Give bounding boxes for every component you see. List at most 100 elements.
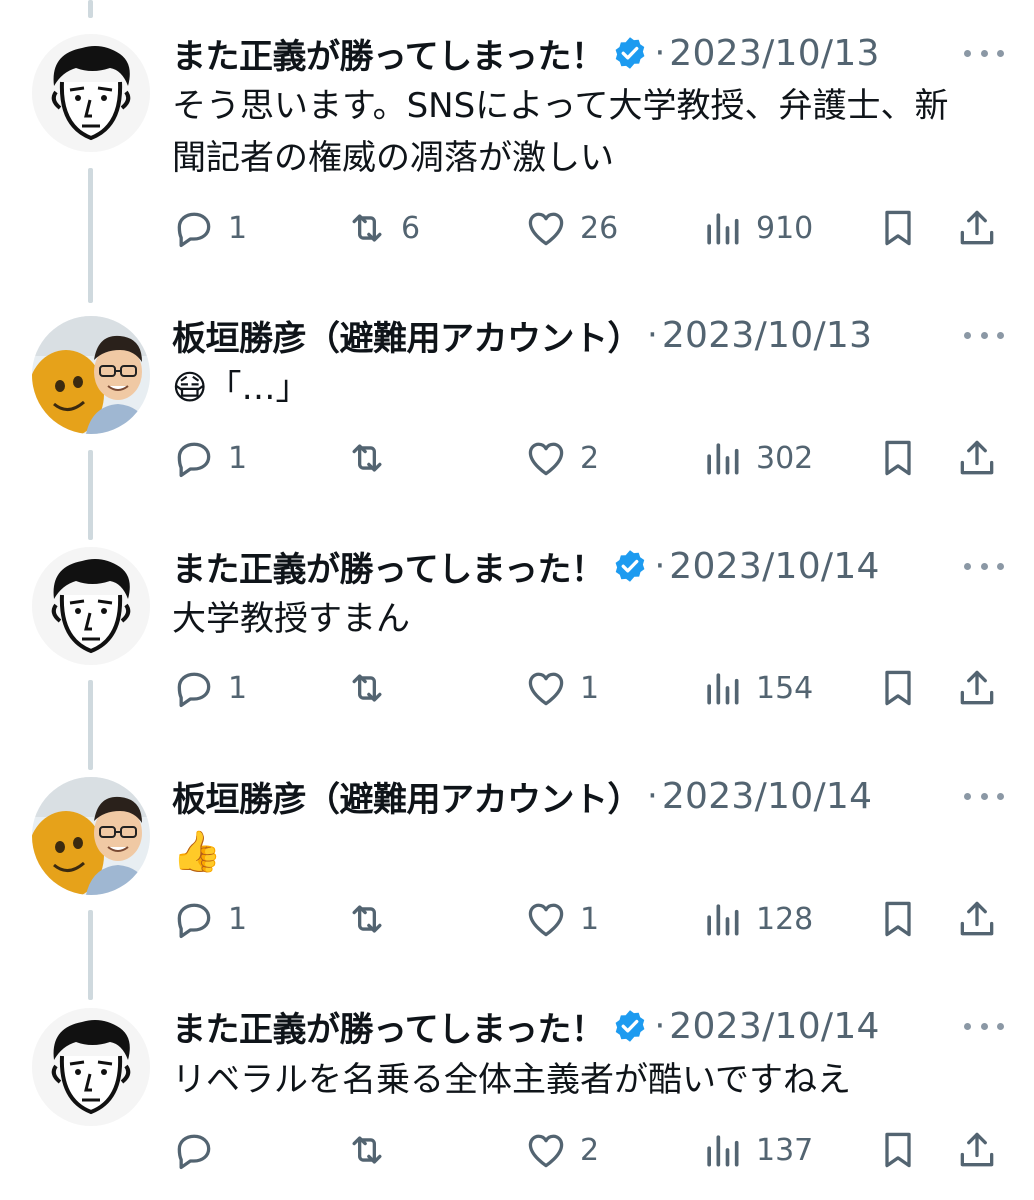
tweet-date[interactable]: 2023/10/13 bbox=[669, 33, 880, 74]
more-options-icon[interactable] bbox=[964, 551, 1004, 581]
author-name[interactable]: 板垣勝彦（避難用アカウント） bbox=[172, 772, 642, 821]
bookmark-button[interactable] bbox=[876, 432, 920, 484]
heart-icon bbox=[528, 1134, 564, 1168]
views-button[interactable]: 137 bbox=[700, 1124, 813, 1176]
reply-button[interactable]: 1 bbox=[172, 662, 247, 714]
tweet-text: リベラルを名乗る全体主義者が酷いですねえ bbox=[172, 1060, 851, 1100]
heart-icon bbox=[528, 903, 564, 937]
like-button[interactable]: 26 bbox=[524, 202, 618, 254]
bookmark-button[interactable] bbox=[876, 893, 920, 945]
analytics-icon bbox=[707, 213, 739, 245]
reply-button[interactable]: 1 bbox=[172, 432, 247, 484]
retweet-button[interactable] bbox=[345, 432, 401, 484]
retweet-button[interactable] bbox=[345, 1124, 401, 1176]
separator-dot: · bbox=[654, 33, 666, 73]
share-icon bbox=[960, 901, 994, 936]
views-count: 128 bbox=[756, 901, 814, 937]
reply-button[interactable]: 1 bbox=[172, 202, 247, 254]
bookmark-icon bbox=[885, 210, 911, 246]
reply-icon bbox=[177, 212, 211, 248]
bookmark-button[interactable] bbox=[876, 1124, 920, 1176]
analytics-icon bbox=[707, 1135, 739, 1167]
retweet-icon bbox=[352, 444, 382, 472]
more-options-icon[interactable] bbox=[964, 320, 1004, 350]
bookmark-button[interactable] bbox=[876, 662, 920, 714]
share-icon bbox=[960, 210, 994, 245]
cartoon-face-avatar[interactable] bbox=[32, 1008, 150, 1126]
reply-icon bbox=[177, 442, 211, 478]
cartoon-face-avatar[interactable] bbox=[32, 34, 150, 152]
share-button[interactable] bbox=[955, 202, 999, 254]
share-icon bbox=[960, 670, 994, 705]
bookmark-icon bbox=[885, 440, 911, 476]
author-name[interactable]: 板垣勝彦（避難用アカウント） bbox=[172, 311, 642, 360]
heart-icon bbox=[528, 212, 564, 246]
analytics-icon bbox=[707, 443, 739, 475]
author-name[interactable]: また正義が勝ってしまった！ bbox=[172, 542, 605, 591]
like-count: 2 bbox=[580, 1132, 600, 1168]
tweet-header: また正義が勝ってしまった！ · 2023/10/14 bbox=[172, 541, 1004, 591]
views-button[interactable]: 154 bbox=[700, 662, 813, 714]
action-bar: 1 1 128 bbox=[0, 893, 1034, 945]
tweet-date[interactable]: 2023/10/14 bbox=[669, 546, 880, 587]
share-button[interactable] bbox=[955, 893, 999, 945]
heart-icon bbox=[528, 672, 564, 706]
reply-button[interactable] bbox=[172, 1124, 228, 1176]
separator-dot: · bbox=[647, 776, 658, 816]
retweet-count: 6 bbox=[401, 210, 421, 246]
reply-count: 1 bbox=[228, 440, 248, 476]
like-button[interactable]: 2 bbox=[524, 1124, 599, 1176]
like-button[interactable]: 2 bbox=[524, 432, 599, 484]
tweet-text: そう思います。SNSによって大学教授、弁護士、新聞記者の権威の凋落が激しい bbox=[172, 86, 949, 178]
thread-timeline: また正義が勝ってしまった！ · 2023/10/13 そう思います。SNSによっ… bbox=[0, 0, 1034, 1200]
reply-count: 1 bbox=[228, 670, 248, 706]
more-options-icon[interactable] bbox=[964, 38, 1004, 68]
reply-count: 1 bbox=[228, 901, 248, 937]
verified-badge-icon bbox=[612, 1008, 648, 1044]
views-button[interactable]: 128 bbox=[700, 893, 813, 945]
retweet-icon bbox=[352, 905, 382, 933]
separator-dot: · bbox=[647, 315, 658, 355]
like-count: 1 bbox=[580, 670, 600, 706]
views-count: 302 bbox=[756, 440, 814, 476]
bookmark-icon bbox=[885, 670, 911, 706]
share-button[interactable] bbox=[955, 1124, 999, 1176]
views-button[interactable]: 302 bbox=[700, 432, 813, 484]
verified-badge-icon bbox=[612, 548, 648, 584]
tweet-date[interactable]: 2023/10/14 bbox=[669, 1006, 880, 1047]
retweet-button[interactable] bbox=[345, 893, 401, 945]
tweet-date[interactable]: 2023/10/14 bbox=[662, 776, 873, 817]
more-options-icon[interactable] bbox=[964, 1011, 1004, 1041]
thread-line bbox=[88, 0, 93, 18]
photo-avatar[interactable] bbox=[32, 316, 150, 434]
like-count: 1 bbox=[580, 901, 600, 937]
tweet-text: 👍 bbox=[172, 829, 222, 875]
reply-icon bbox=[177, 672, 211, 708]
retweet-icon bbox=[352, 1136, 382, 1164]
cartoon-face-avatar[interactable] bbox=[32, 547, 150, 665]
bookmark-icon bbox=[885, 1132, 911, 1168]
more-options-icon[interactable] bbox=[964, 781, 1004, 811]
share-button[interactable] bbox=[955, 432, 999, 484]
photo-avatar[interactable] bbox=[32, 777, 150, 895]
like-button[interactable]: 1 bbox=[524, 893, 599, 945]
reply-button[interactable]: 1 bbox=[172, 893, 247, 945]
tweet-text: 😷「…」 bbox=[172, 368, 310, 408]
share-icon bbox=[960, 440, 994, 475]
retweet-button[interactable]: 6 bbox=[345, 202, 420, 254]
share-button[interactable] bbox=[955, 662, 999, 714]
bookmark-button[interactable] bbox=[876, 202, 920, 254]
tweet-date[interactable]: 2023/10/13 bbox=[662, 315, 873, 356]
tweet-header: また正義が勝ってしまった！ · 2023/10/14 bbox=[172, 1001, 1004, 1051]
separator-dot: · bbox=[654, 1006, 666, 1046]
retweet-button[interactable] bbox=[345, 662, 401, 714]
tweet-text: 大学教授すまん bbox=[172, 599, 410, 639]
author-name[interactable]: また正義が勝ってしまった！ bbox=[172, 1002, 605, 1051]
action-bar: 1 1 154 bbox=[0, 662, 1034, 714]
action-bar: 1 6 26 910 bbox=[0, 202, 1034, 254]
author-name[interactable]: また正義が勝ってしまった！ bbox=[172, 29, 605, 78]
retweet-icon bbox=[352, 674, 382, 702]
reply-count: 1 bbox=[228, 210, 248, 246]
like-button[interactable]: 1 bbox=[524, 662, 599, 714]
views-button[interactable]: 910 bbox=[700, 202, 813, 254]
